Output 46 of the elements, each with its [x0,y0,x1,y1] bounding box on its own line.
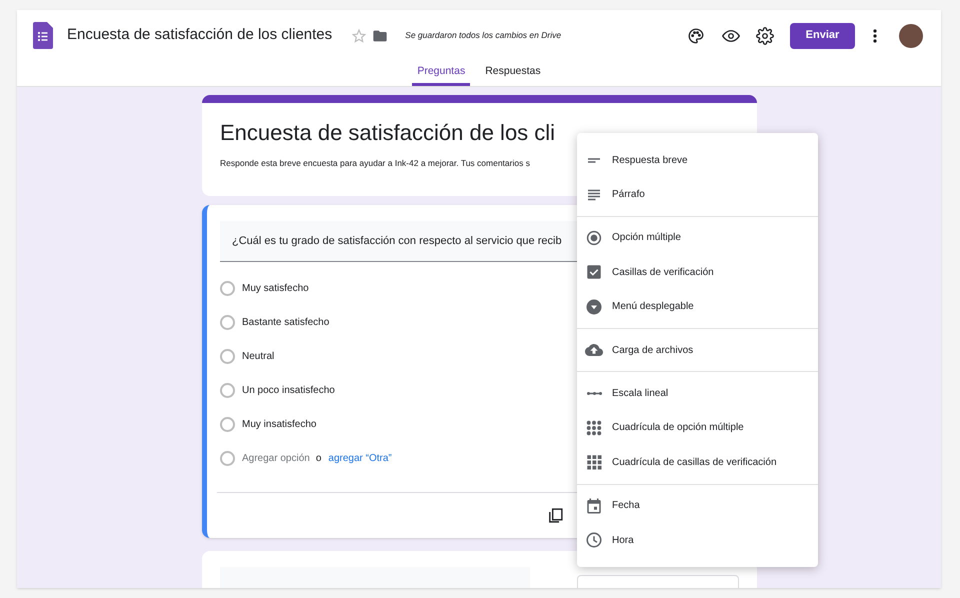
menu-item[interactable]: Hora [577,522,818,558]
radio-button[interactable] [220,348,235,364]
radio-icon [585,228,603,247]
short-lines-icon [588,158,600,163]
clock-icon [585,531,603,550]
menu-item[interactable]: Escala lineal [577,376,818,411]
more-options-icon[interactable] [873,28,877,43]
radio-button[interactable] [220,314,235,330]
option-label[interactable]: Un poco insatisfecho [242,382,335,398]
settings-icon[interactable] [756,26,774,45]
square-grid-icon [585,453,603,472]
radio-button[interactable] [220,382,235,398]
avatar[interactable] [899,24,923,48]
menu-item[interactable]: Cuadrícula de casillas de verificación [577,445,818,480]
option-label[interactable]: Muy insatisfecho [242,416,316,432]
save-status: Se guardaron todos los cambios en Drive [405,29,562,42]
dropdown-icon [585,298,603,316]
option-label[interactable]: Muy satisfecho [242,280,309,296]
add-other-link[interactable]: agregar “Otra” [328,450,392,466]
option-label[interactable]: Bastante satisfecho [242,314,330,330]
tab[interactable]: Preguntas [412,61,470,86]
checkbox-icon [585,263,603,282]
menu-item[interactable]: Carga de archivos [577,332,818,368]
radio-button[interactable] [220,280,235,296]
add-option-placeholder[interactable]: Agregar opción [242,450,310,466]
menu-item[interactable]: Cuadrícula de opción múltiple [577,410,818,446]
duplicate-icon[interactable] [547,507,564,524]
linear-scale-icon [586,392,602,396]
menu-item[interactable]: Párrafo [577,177,818,212]
document-title[interactable]: Encuesta de satisfacción de los clientes [67,24,332,47]
forms-logo-icon[interactable] [33,22,53,50]
menu-item[interactable]: Menú desplegable [577,290,818,324]
palette-icon[interactable] [687,26,705,45]
question-text: ¿Cuál es tu grado de satisfacción con respecto al servicio que recib [232,234,562,249]
or-text: o [316,452,322,466]
send-button[interactable]: Enviar [790,22,855,49]
calendar-icon [585,496,603,515]
tab[interactable]: Respuestas [480,61,546,86]
menu-item[interactable]: Fecha [577,488,818,523]
option-label[interactable]: Neutral [242,348,274,364]
radio-button[interactable] [220,416,235,432]
star-icon[interactable] [352,28,366,43]
dot-grid-icon [585,418,603,437]
menu-item[interactable]: Respuesta breve [577,143,818,178]
radio-button-outline [220,450,235,466]
folder-icon[interactable] [372,28,388,44]
